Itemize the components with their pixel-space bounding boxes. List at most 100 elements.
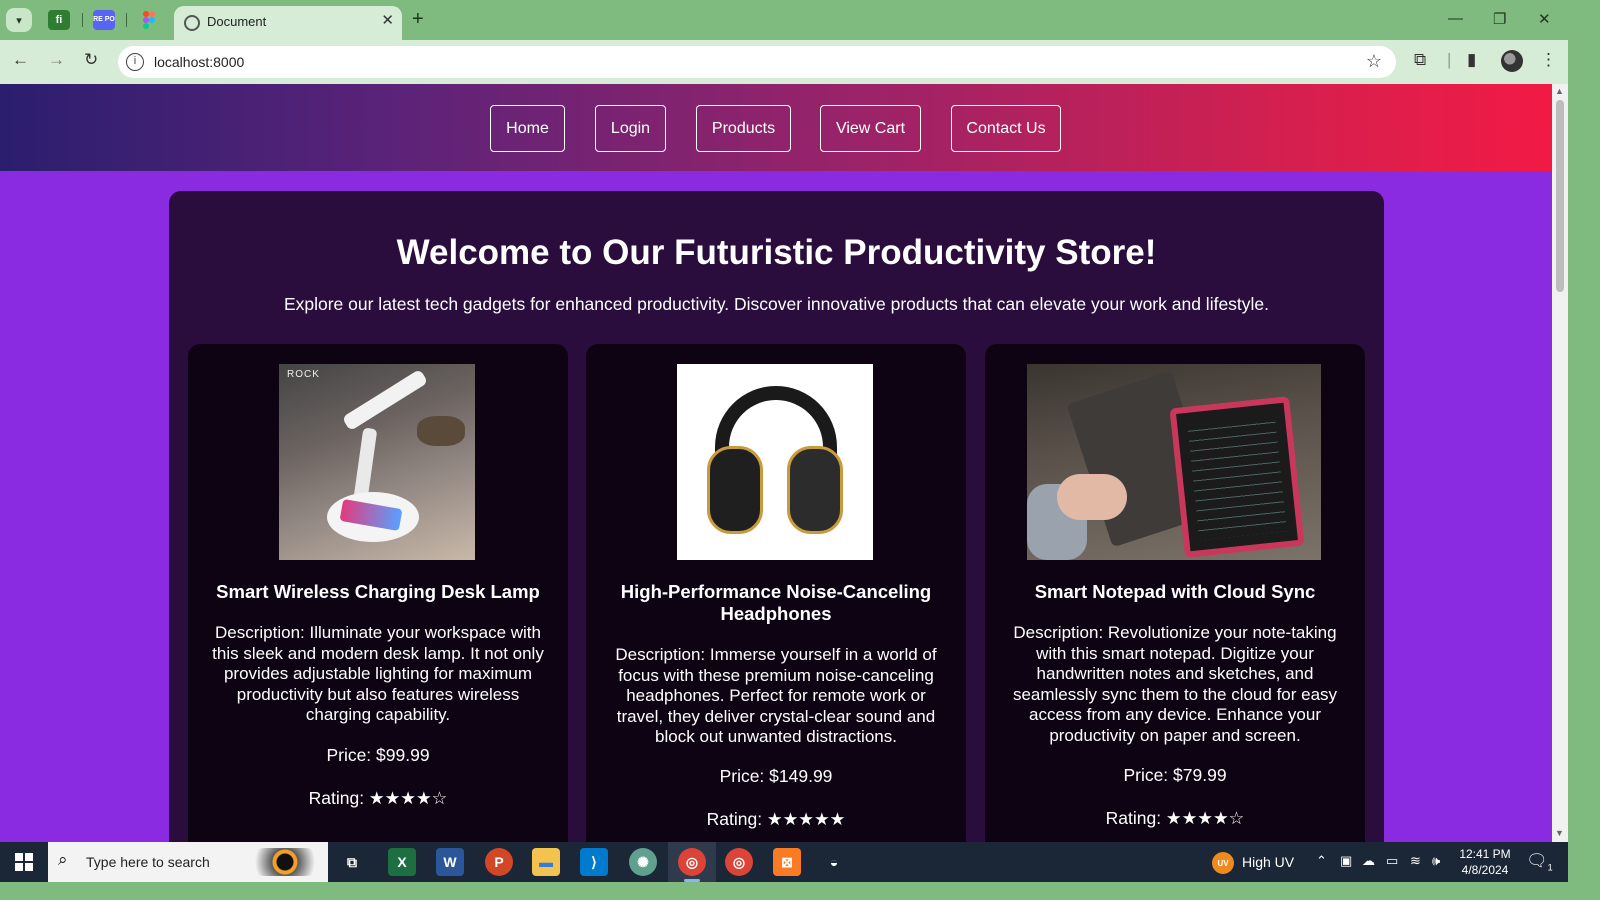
clock-time: 12:41 PM (1459, 847, 1511, 861)
scroll-down-arrow[interactable]: ▼ (1555, 828, 1564, 838)
reload-icon[interactable]: ↻ (84, 50, 98, 70)
pinned-tab-2[interactable]: RE PO (93, 10, 115, 30)
desk-lamp-image: ROCK (279, 364, 475, 560)
product-rating: Rating: ★★★★★ (706, 809, 846, 829)
lamp-brand-logo: ROCK (287, 369, 320, 380)
more-menu-icon[interactable]: ⋮ (1540, 50, 1557, 70)
obs-icon[interactable]: ◒ (820, 848, 848, 876)
product-price: Price: $79.99 (1123, 765, 1227, 785)
search-icon: ⌕ (58, 850, 68, 869)
product-card-headphones: High-Performance Noise-Canceling Headpho… (586, 344, 966, 842)
product-description: Description: Illuminate your workspace w… (212, 623, 544, 724)
minimize-button[interactable]: — (1448, 10, 1463, 27)
nav-view-cart[interactable]: View Cart (820, 105, 921, 152)
chrome-icon[interactable]: ◎ (725, 848, 753, 876)
side-panel-icon[interactable]: ▮ (1467, 50, 1476, 70)
wifi-icon[interactable]: ≋ (1410, 853, 1421, 869)
task-view-icon[interactable]: ⧉ (338, 848, 366, 876)
forward-icon[interactable]: → (48, 50, 65, 70)
windows-taskbar: ⌕ Type here to search ⧉ X W P ▬ ⟩ ✺ ◎ ◎ … (0, 842, 1568, 882)
meet-icon[interactable]: ▣ (1340, 853, 1352, 869)
back-icon[interactable]: ← (12, 50, 29, 70)
main-content: Welcome to Our Futuristic Productivity S… (169, 191, 1384, 842)
system-clock[interactable]: 12:41 PM 4/8/2024 (1452, 846, 1518, 878)
bookmark-star-icon[interactable]: ☆ (1366, 51, 1382, 72)
figma-icon (143, 11, 155, 29)
notepad-screen-shape (1169, 396, 1305, 558)
powerpoint-icon[interactable]: P (485, 848, 513, 876)
address-bar[interactable]: i localhost:8000 ☆ (118, 46, 1396, 78)
start-button[interactable] (0, 842, 48, 882)
restore-button[interactable]: ❐ (1493, 10, 1506, 28)
nav-home[interactable]: Home (490, 105, 565, 152)
vscode-icon[interactable]: ⟩ (580, 848, 608, 876)
notepad-image (1027, 364, 1321, 560)
product-description: Description: Immerse yourself in a world… (615, 645, 937, 746)
page-scrollbar[interactable]: ▲ ▼ (1552, 84, 1568, 842)
chrome-active-icon[interactable]: ◎ (678, 848, 706, 876)
tab-title: Document (207, 14, 267, 29)
intro-text: Explore our latest tech gadgets for enha… (283, 294, 1270, 314)
file-explorer-icon[interactable]: ▬ (532, 848, 560, 876)
product-name: Smart Wireless Charging Desk Lamp (216, 581, 540, 602)
extensions-icon[interactable]: ⧉ (1414, 50, 1426, 70)
clock-date: 4/8/2024 (1461, 863, 1509, 877)
close-window-button[interactable]: ✕ (1538, 10, 1551, 28)
pinned-tab-1[interactable]: fi (48, 10, 70, 30)
nav-products[interactable]: Products (696, 105, 791, 152)
tab-search-button[interactable]: ▾ (6, 8, 32, 32)
tab-separator (126, 13, 127, 27)
headphones-image (677, 364, 873, 560)
product-rating: Rating: ★★★★☆ (1105, 808, 1245, 828)
hand-shape (1057, 474, 1127, 520)
product-price: Price: $99.99 (326, 745, 430, 765)
active-app-indicator (684, 879, 700, 882)
volume-icon[interactable]: 🕪 (1432, 853, 1440, 869)
product-card-desk-lamp: ROCK Smart Wireless Charging Desk Lamp D… (188, 344, 568, 842)
nav-login[interactable]: Login (595, 105, 666, 152)
search-placeholder: Type here to search (86, 854, 210, 870)
nav-contact-us[interactable]: Contact Us (951, 105, 1061, 152)
product-rating: Rating: ★★★★☆ (308, 788, 448, 808)
product-price: Price: $149.99 (719, 766, 833, 786)
xampp-icon[interactable]: ⊠ (773, 848, 801, 876)
weather-icon[interactable]: UV (1212, 852, 1234, 874)
lamp-arm-shape (341, 368, 429, 432)
page-title: Welcome to Our Futuristic Productivity S… (396, 233, 1157, 272)
cloud-icon[interactable]: ☁ (1362, 853, 1375, 869)
word-icon[interactable]: W (436, 848, 464, 876)
chevron-up-icon[interactable]: ⌃ (1316, 853, 1327, 869)
chatgpt-icon[interactable]: ✺ (629, 848, 657, 876)
profile-avatar[interactable] (1501, 50, 1523, 72)
globe-icon (184, 15, 200, 31)
tab-separator (82, 13, 83, 27)
address-url[interactable]: localhost:8000 (154, 54, 244, 70)
scroll-thumb[interactable] (1556, 100, 1564, 292)
site-info-icon[interactable]: i (126, 53, 144, 71)
weather-text[interactable]: High UV (1242, 854, 1294, 870)
battery-icon[interactable]: ▭ (1386, 853, 1398, 869)
browser-toolbar: ← → ↻ i localhost:8000 ☆ ⧉ | ▮ ⋮ (0, 40, 1568, 84)
product-name: Smart Notepad with Cloud Sync (1034, 581, 1316, 602)
pinned-tab-3[interactable] (138, 10, 160, 30)
notification-icon[interactable]: 🗨1 (1526, 851, 1553, 872)
search-highlight-image (250, 848, 320, 876)
toolbar-separator: | (1447, 50, 1452, 69)
tab-close-icon[interactable]: ✕ (381, 11, 394, 29)
new-tab-button[interactable]: + (412, 8, 424, 31)
browser-tab-strip: ▾ fi RE PO Document ✕ + — ❐ ✕ (0, 0, 1568, 40)
excel-icon[interactable]: X (388, 848, 416, 876)
site-header: Home Login Products View Cart Contact Us (0, 84, 1552, 171)
coffee-cup-shape (417, 416, 465, 446)
left-earcup-shape (707, 446, 763, 534)
pinned-tab-2-icon: RE PO (93, 16, 115, 23)
scroll-up-arrow[interactable]: ▲ (1555, 86, 1564, 96)
product-name: High-Performance Noise-Canceling Headpho… (620, 581, 932, 624)
taskbar-search[interactable]: ⌕ Type here to search (48, 842, 328, 882)
product-card-notepad: Smart Notepad with Cloud Sync Descriptio… (985, 344, 1365, 842)
tab-document[interactable]: Document ✕ (174, 6, 402, 40)
page-viewport: Home Login Products View Cart Contact Us… (0, 84, 1552, 842)
notification-count: 1 (1547, 862, 1553, 873)
right-earcup-shape (787, 446, 843, 534)
handwriting-lines (1187, 415, 1287, 541)
